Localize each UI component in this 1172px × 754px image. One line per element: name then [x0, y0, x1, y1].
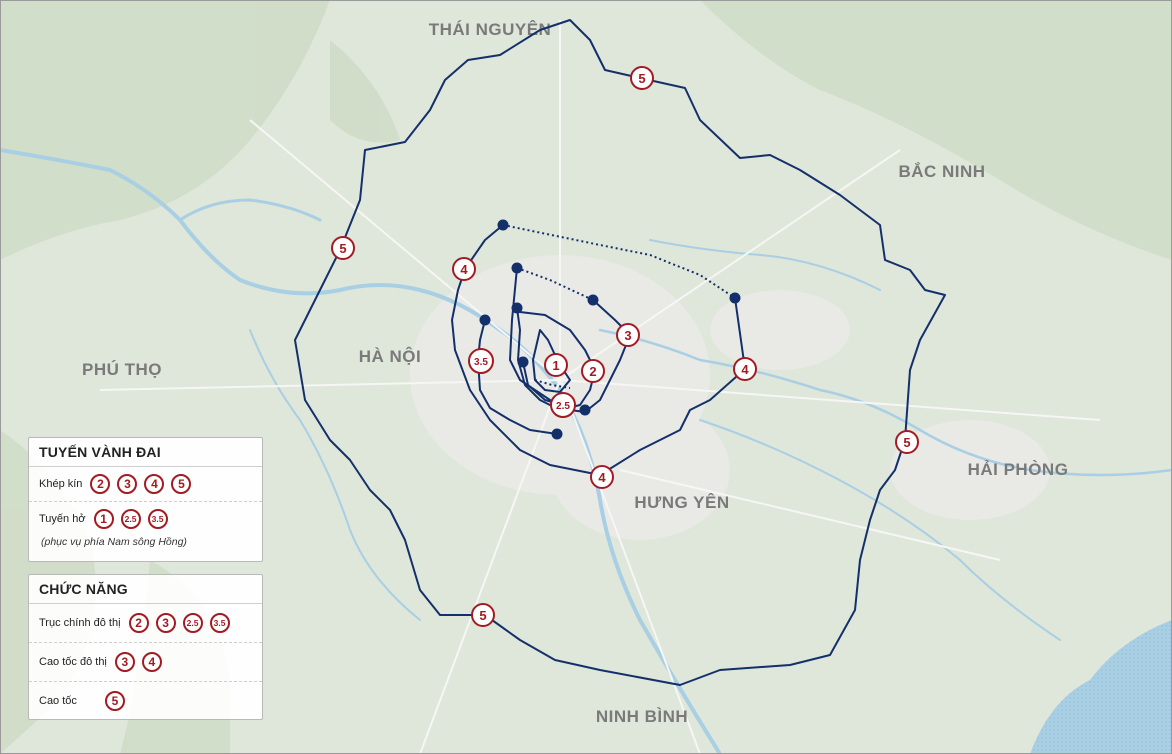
route-marker-2[interactable]: 2	[581, 359, 605, 383]
endpoint-dot	[551, 428, 563, 440]
route-marker-5[interactable]: 5	[630, 66, 654, 90]
place-label-thai-nguyen: THÁI NGUYÊN	[429, 20, 552, 39]
route-marker-4[interactable]: 4	[590, 465, 614, 489]
legend-row-urban-expressway: Cao tốc đô thị 3 4	[29, 643, 262, 682]
legend-functions: CHỨC NĂNG Trục chính đô thị 2 3 2.5 3.5 …	[28, 574, 263, 720]
route-marker-5[interactable]: 5	[331, 236, 355, 260]
legend-row-open: Tuyến hở 1 2.5 3.5	[29, 502, 262, 536]
endpoint-dot	[579, 404, 591, 416]
ring-badge: 3.5	[147, 509, 168, 529]
endpoint-dot	[729, 292, 741, 304]
svg-text:5: 5	[479, 608, 486, 623]
ring-badge: 5	[171, 474, 192, 494]
legend-expressway-label: Cao tốc	[39, 695, 77, 707]
svg-text:2: 2	[589, 364, 596, 379]
endpoint-dot	[587, 294, 599, 306]
svg-text:5: 5	[638, 71, 645, 86]
svg-text:4: 4	[598, 470, 606, 485]
place-label-hung-yen: HƯNG YÊN	[634, 493, 729, 512]
ring-badge: 2	[128, 613, 149, 633]
ring-badge: 3	[155, 613, 176, 633]
place-label-phu-tho: PHÚ THỌ	[82, 360, 162, 379]
svg-text:5: 5	[339, 241, 346, 256]
ring-badge: 5	[105, 691, 125, 711]
svg-text:5: 5	[903, 435, 910, 450]
route-marker-4[interactable]: 4	[452, 257, 476, 281]
legend-urban-axis-label: Trục chính đô thị	[39, 617, 121, 629]
legend-ring-types-title: TUYẾN VÀNH ĐAI	[29, 438, 262, 467]
ring-badge: 2	[90, 474, 111, 494]
svg-text:4: 4	[741, 362, 749, 377]
legend-functions-title: CHỨC NĂNG	[29, 575, 262, 604]
route-marker-5[interactable]: 5	[471, 603, 495, 627]
endpoint-dot	[511, 262, 523, 274]
ring-badge: 4	[141, 652, 162, 672]
legend-ring-types: TUYẾN VÀNH ĐAI Khép kín 2 3 4 5 Tuyến hở…	[28, 437, 263, 562]
legend-row-expressway: Cao tốc 5	[29, 682, 262, 720]
endpoint-dot	[517, 356, 529, 368]
legend-open-note: (phục vụ phía Nam sông Hồng)	[41, 536, 187, 548]
endpoint-dot	[479, 314, 491, 326]
svg-text:3.5: 3.5	[474, 357, 488, 368]
svg-text:4: 4	[460, 262, 468, 277]
ring-badge: 2.5	[120, 509, 141, 529]
route-marker-2-5[interactable]: 2.5	[550, 392, 576, 418]
ring-badge: 3	[114, 652, 135, 672]
svg-text:3: 3	[624, 328, 631, 343]
route-marker-5[interactable]: 5	[895, 430, 919, 454]
place-label-hai-phong: HẢI PHÒNG	[968, 460, 1069, 479]
svg-text:2.5: 2.5	[556, 401, 570, 412]
route-marker-3-5[interactable]: 3.5	[468, 348, 494, 374]
legend-row-urban-axis: Trục chính đô thị 2 3 2.5 3.5	[29, 604, 262, 643]
svg-text:1: 1	[552, 358, 559, 373]
place-label-bac-ninh: BẮC NINH	[898, 162, 985, 181]
ring-badge: 2.5	[182, 613, 203, 633]
legend-open-label: Tuyến hở	[39, 513, 86, 525]
route-marker-3[interactable]: 3	[616, 323, 640, 347]
ring-badge: 3.5	[209, 613, 230, 633]
legend-closed-label: Khép kín	[39, 478, 83, 490]
route-marker-1[interactable]: 1	[544, 353, 568, 377]
endpoint-dot	[511, 302, 523, 314]
route-marker-4[interactable]: 4	[733, 357, 757, 381]
place-label-ha-noi: HÀ NỘI	[359, 347, 422, 366]
legend-urban-expressway-label: Cao tốc đô thị	[39, 656, 107, 668]
ring-badge: 3	[117, 474, 138, 494]
ring-badge: 4	[144, 474, 165, 494]
endpoint-dot	[497, 219, 509, 231]
ring-badge: 1	[93, 509, 114, 529]
place-label-ninh-binh: NINH BÌNH	[596, 707, 688, 726]
legend-row-closed: Khép kín 2 3 4 5	[29, 467, 262, 502]
